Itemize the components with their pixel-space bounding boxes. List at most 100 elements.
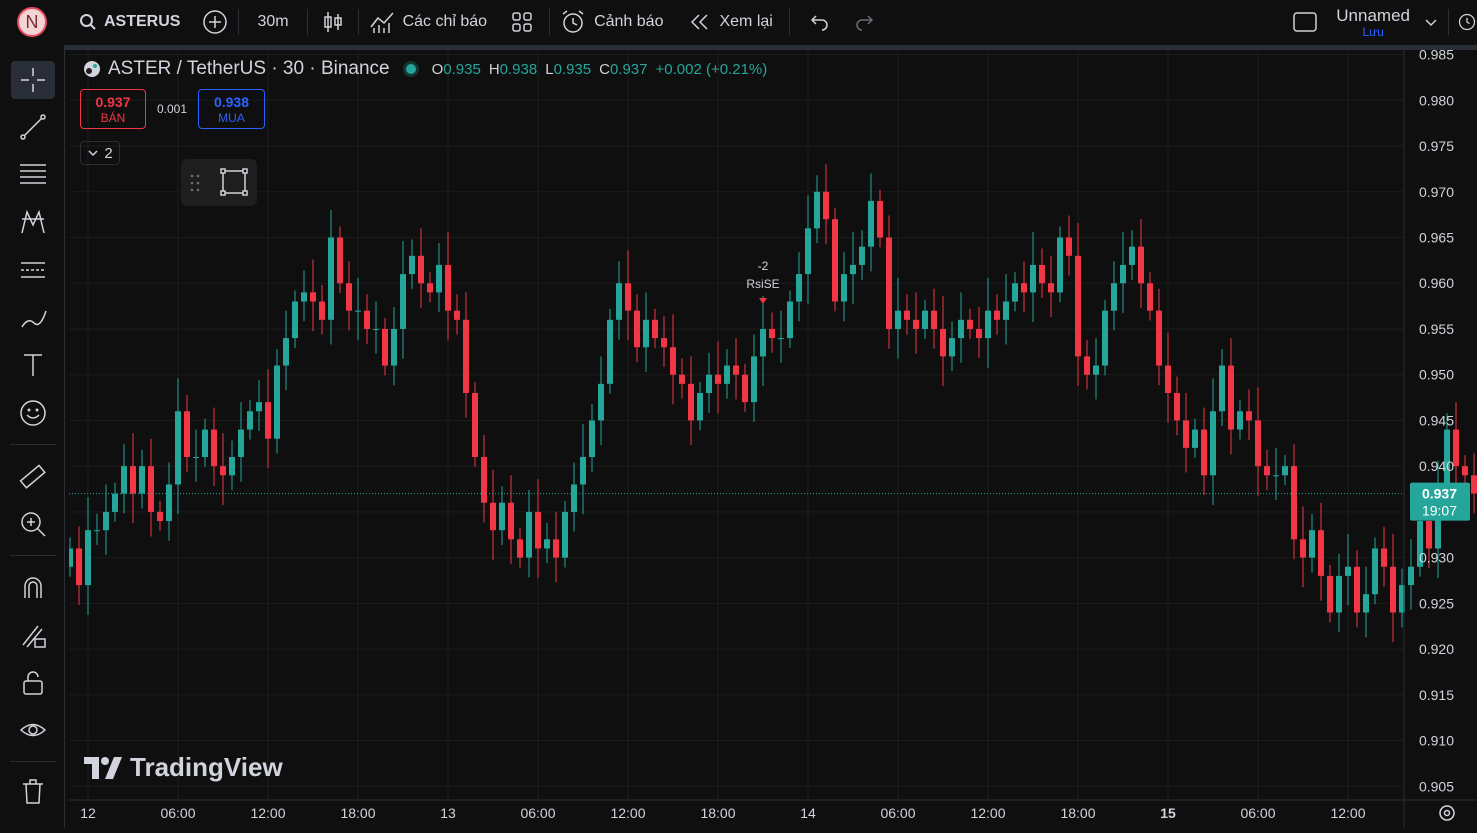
user-avatar[interactable]: N [17,7,47,37]
candle-body [1363,594,1369,613]
redo-button[interactable] [854,0,876,44]
settings-gear-icon[interactable] [1439,805,1455,821]
candles-icon [323,12,342,32]
candle-body [130,466,136,494]
prediction-icon [21,262,45,278]
pattern-tool[interactable] [11,203,55,241]
candle-body [1093,365,1099,375]
candle-body [1120,264,1126,284]
brush-tool[interactable] [11,299,55,337]
candle-body [373,328,379,330]
candle-body [832,219,838,302]
candle-body [112,493,118,512]
candle-body [283,338,289,366]
replay-button[interactable]: Xem lại [689,0,773,44]
candle-body [895,310,901,329]
remove-drawings-tool[interactable] [11,772,55,810]
layout-menu-button[interactable]: Unnamed Lưu [1292,0,1438,44]
indicators-collapse-button[interactable]: 2 [80,141,120,165]
candle-body [967,319,973,329]
chart-type-button[interactable] [322,0,344,44]
toolbar-divider [10,444,56,445]
quick-search-button[interactable] [1457,0,1477,44]
sell-button[interactable]: 0.937 BÁN [80,89,146,129]
fib-tool[interactable] [11,155,55,193]
candle-body [454,310,460,320]
chevron-down-icon [1425,19,1437,27]
change-value: +0.002 (+0.21%) [655,60,768,78]
magnet-tool[interactable] [11,568,55,606]
candle-body [1336,575,1342,613]
candle-body [706,374,712,393]
time-tick-label: 06:00 [160,805,195,821]
buy-button[interactable]: 0.938 MUA [198,89,265,129]
candle-body [1129,246,1135,265]
candle-body [607,319,613,384]
candle-body [841,274,847,302]
candle-body [859,246,865,265]
watermark-text: TradingView [130,752,283,782]
text-tool[interactable] [11,346,55,384]
candle-body [301,292,307,302]
chart-pane[interactable]: -2 RsiSE 0.905 0.910 0.915 0.920 0.925 0.930 0.9… [67,47,1477,828]
candle-body [472,392,478,458]
price-tick-label: 0.950 [1419,367,1454,383]
symbol-title[interactable]: ASTER / TetherUS · 30 · Binance [108,58,390,80]
candle-body [1048,283,1054,293]
rectangle-select-icon[interactable] [219,167,249,197]
candle-body [1003,301,1009,320]
templates-button[interactable] [511,0,533,44]
candle-body [1381,548,1387,567]
toolbar-divider [357,9,359,35]
price-tick-label: 0.920 [1419,641,1454,657]
time-tick-label: 12:00 [1330,805,1365,821]
price-tick-label: 0.925 [1419,595,1454,611]
candle-body [814,191,820,229]
price-tick-label: 0.905 [1419,778,1454,794]
candlestick-chart[interactable]: -2 RsiSE 0.905 0.910 0.915 0.920 0.925 0.930 0.9… [67,47,1477,828]
measure-tool[interactable] [11,458,55,496]
candle-body [346,283,352,311]
crosshair-tool[interactable] [11,61,55,99]
symbol-search-button[interactable]: ASTERUS [79,0,180,44]
candle-body [364,310,370,329]
compare-symbol-button[interactable] [202,0,228,44]
drawing-toolbar [0,50,65,828]
zoom-tool[interactable] [11,505,55,543]
price-tick-label: 0.965 [1419,230,1454,246]
candle-body [499,502,505,531]
lock-drawings-tool[interactable] [11,664,55,702]
candle-body [868,200,874,247]
candle-body [562,511,568,558]
candle-body [1462,466,1468,476]
candle-body [670,347,676,375]
candle-body [400,274,406,329]
drag-handle-icon[interactable] [189,173,201,193]
candle-body [85,530,91,586]
hide-drawings-tool[interactable] [11,711,55,749]
price-tick-label: 0.910 [1419,733,1454,749]
prediction-tool[interactable] [11,251,55,289]
toolbar-divider [238,9,240,35]
redo-icon [856,15,873,31]
indicators-label: Các chỉ báo [402,13,488,30]
undo-button[interactable] [808,0,830,44]
interval-button[interactable]: 30m [257,0,288,44]
time-tick-label: 15 [1160,805,1176,821]
emoji-tool[interactable] [11,394,55,432]
price-tick-label: 0.960 [1419,275,1454,291]
alerts-button[interactable]: Cảnh báo [560,0,663,44]
candle-body [760,328,766,357]
candle-body [1066,237,1072,256]
candle-body [733,365,739,375]
trend-line-tool[interactable] [11,108,55,146]
candle-body [1183,420,1189,448]
candle-body [418,255,424,284]
candle-body [337,237,343,284]
low-value: 0.935 [553,60,592,78]
keep-drawing-tool[interactable] [11,616,55,654]
candle-body [508,502,514,540]
indicators-button[interactable]: Các chỉ báo [369,0,488,44]
candle-body [265,402,271,439]
toolbar-divider [306,9,308,35]
